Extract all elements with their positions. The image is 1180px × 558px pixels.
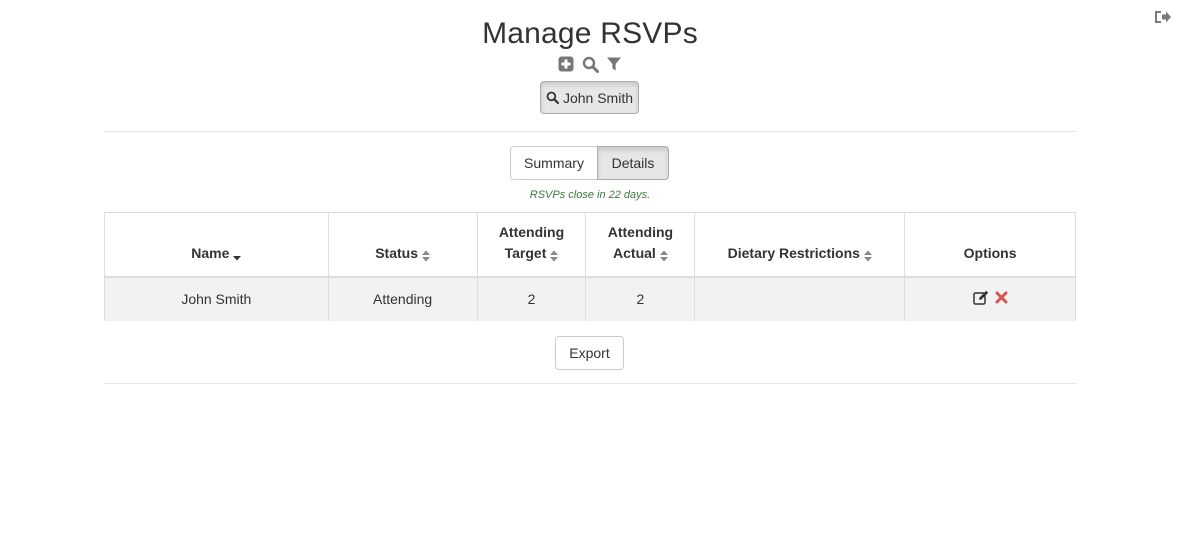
sort-icon xyxy=(550,247,559,262)
search-icon[interactable] xyxy=(581,55,599,73)
rsvp-close-notice: RSVPs close in 22 days. xyxy=(529,189,651,201)
sort-icon xyxy=(659,247,668,262)
sort-icon xyxy=(863,247,872,262)
column-label: Options xyxy=(963,244,1017,261)
rsvp-table: Name Status Attending Target Attending A… xyxy=(104,212,1076,321)
column-label-line1: Attending xyxy=(498,223,565,240)
plus-square-icon[interactable] xyxy=(557,55,575,73)
table-row: John Smith Attending 2 2 xyxy=(104,276,1076,321)
view-toggle: Summary Details xyxy=(510,146,669,180)
column-header-options: Options xyxy=(904,212,1076,278)
title-actions xyxy=(0,55,1180,73)
tab-summary[interactable]: Summary xyxy=(510,146,598,180)
column-label: Name xyxy=(191,244,230,261)
edit-icon[interactable] xyxy=(972,290,989,305)
export-button[interactable]: Export xyxy=(555,336,624,370)
search-filter-chip[interactable]: John Smith xyxy=(540,81,639,114)
cell-name: John Smith xyxy=(104,276,329,321)
sort-icon xyxy=(421,247,430,262)
table-header-row: Name Status Attending Target Attending A… xyxy=(104,212,1076,278)
sort-desc-icon xyxy=(233,247,242,261)
tab-details[interactable]: Details xyxy=(597,146,669,180)
cell-attending-target: 2 xyxy=(476,276,586,321)
divider xyxy=(104,131,1076,132)
column-header-attending-target[interactable]: Attending Target xyxy=(476,212,586,278)
cell-options xyxy=(904,276,1076,321)
page-title: Manage RSVPs xyxy=(482,17,698,50)
cell-attending-actual: 2 xyxy=(585,276,695,321)
filter-icon[interactable] xyxy=(605,55,623,73)
cell-dietary-restrictions xyxy=(694,276,905,321)
column-header-name[interactable]: Name xyxy=(104,212,329,278)
cell-status: Attending xyxy=(327,276,478,321)
column-header-attending-actual[interactable]: Attending Actual xyxy=(585,212,695,278)
rsvp-page: Manage RSVPs John Smith Summary Details … xyxy=(0,0,1180,558)
column-label: Dietary Restrictions xyxy=(727,244,860,261)
divider xyxy=(104,383,1076,384)
column-label-line2: Target xyxy=(504,244,547,261)
column-label: Status xyxy=(375,244,418,261)
search-icon xyxy=(546,91,559,104)
delete-icon[interactable] xyxy=(995,291,1008,304)
column-label-line1: Attending xyxy=(607,223,674,240)
column-label-line2: Actual xyxy=(613,244,656,261)
column-header-status[interactable]: Status xyxy=(327,212,478,278)
search-chip-label: John Smith xyxy=(562,89,634,106)
column-header-dietary-restrictions[interactable]: Dietary Restrictions xyxy=(694,212,905,278)
